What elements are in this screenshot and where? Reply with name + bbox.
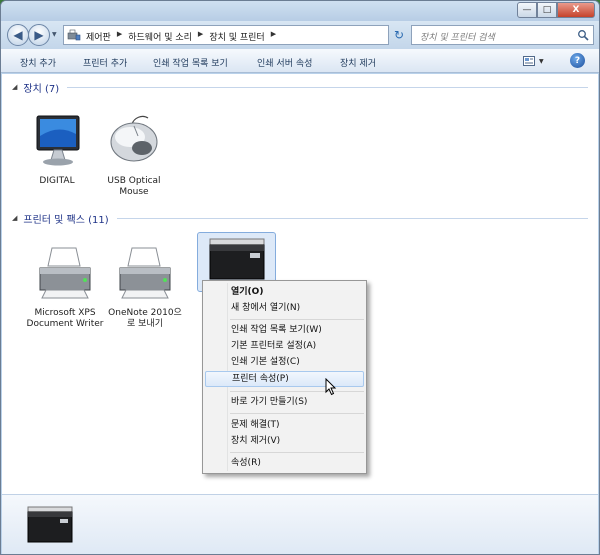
group-divider bbox=[116, 217, 588, 219]
printer-label: Microsoft XPS Document Writer bbox=[26, 308, 104, 329]
devices-printers-icon bbox=[67, 29, 81, 41]
close-button[interactable]: X bbox=[557, 2, 595, 18]
context-menu: 열기(O) 새 창에서 열기(N) 인쇄 작업 목록 보기(W) 기본 프린터로… bbox=[202, 280, 367, 474]
group-title-printers: 프린터 및 팩스 (11) bbox=[23, 214, 109, 226]
group-header-devices[interactable]: ◢ 장치 (7) bbox=[2, 79, 598, 95]
printer-item-xps[interactable]: Microsoft XPS Document Writer bbox=[25, 244, 105, 330]
title-bar: — □ X bbox=[1, 1, 599, 21]
chevron-down-icon[interactable]: ▼ bbox=[539, 58, 544, 65]
menu-item-properties[interactable]: 속성(R) bbox=[205, 455, 364, 471]
search-icon[interactable] bbox=[577, 29, 589, 41]
menu-item-printer-properties[interactable]: 프린터 속성(P) bbox=[205, 371, 364, 387]
collapse-arrow-icon[interactable]: ◢ bbox=[12, 83, 17, 91]
breadcrumb-separator-icon[interactable]: ▶ bbox=[198, 30, 203, 43]
menu-separator bbox=[230, 413, 364, 414]
search-input[interactable]: 장치 및 프린터 검색 bbox=[411, 25, 594, 45]
device-label: USB Optical Mouse bbox=[107, 176, 161, 197]
printer-icon bbox=[39, 247, 91, 299]
recent-pages-dropdown[interactable]: ▼ bbox=[52, 31, 60, 39]
change-view-button[interactable]: ▼ bbox=[523, 54, 549, 68]
navigation-bar: ◀ ▶ ▼ 제어판 ▶ 하드웨어 및 소리 ▶ 장치 및 프린터 ▶ ▼ ↻ 장… bbox=[1, 21, 599, 49]
caption-buttons: — □ X bbox=[517, 2, 595, 18]
breadcrumb-hardware-sound[interactable]: 하드웨어 및 소리 bbox=[128, 30, 192, 43]
menu-item-open[interactable]: 열기(O) bbox=[205, 284, 364, 300]
refresh-icon[interactable]: ↻ bbox=[389, 25, 409, 45]
printer-label: OneNote 2010으로 보내기 bbox=[108, 308, 182, 329]
details-pane bbox=[2, 494, 598, 554]
menu-separator bbox=[230, 452, 364, 453]
mouse-icon bbox=[110, 115, 158, 162]
device-item-mouse[interactable]: USB Optical Mouse bbox=[94, 112, 174, 198]
device-item-monitor[interactable]: DIGITAL bbox=[17, 112, 97, 187]
group-divider bbox=[67, 86, 588, 88]
breadcrumb: 제어판 ▶ 하드웨어 및 소리 ▶ 장치 및 프린터 ▶ bbox=[86, 30, 276, 43]
add-printer-button[interactable]: 프린터 추가 bbox=[83, 56, 127, 69]
menu-item-remove-device[interactable]: 장치 제거(V) bbox=[205, 433, 364, 449]
minimize-button[interactable]: — bbox=[517, 2, 537, 18]
add-device-button[interactable]: 장치 추가 bbox=[20, 56, 56, 69]
address-bar[interactable]: 제어판 ▶ 하드웨어 및 소리 ▶ 장치 및 프린터 ▶ ▼ bbox=[63, 25, 438, 45]
printer-item-onenote[interactable]: OneNote 2010으로 보내기 bbox=[105, 244, 185, 330]
views-icon bbox=[523, 56, 535, 66]
help-button[interactable]: ? bbox=[570, 53, 585, 68]
printer-icon bbox=[119, 247, 171, 299]
command-bar: 장치 추가 프린터 추가 인쇄 작업 목록 보기 인쇄 서버 속성 장치 제거 … bbox=[1, 49, 599, 73]
group-header-printers[interactable]: ◢ 프린터 및 팩스 (11) bbox=[2, 210, 598, 226]
maximize-button[interactable]: □ bbox=[537, 2, 557, 18]
menu-item-set-default[interactable]: 기본 프린터로 설정(A) bbox=[205, 338, 364, 354]
breadcrumb-devices-printers[interactable]: 장치 및 프린터 bbox=[209, 30, 264, 43]
breadcrumb-separator-icon[interactable]: ▶ bbox=[117, 30, 122, 43]
menu-item-printing-preferences[interactable]: 인쇄 기본 설정(C) bbox=[205, 354, 364, 370]
breadcrumb-separator-icon[interactable]: ▶ bbox=[271, 30, 276, 43]
mouse-cursor-icon bbox=[325, 378, 337, 396]
remove-device-button[interactable]: 장치 제거 bbox=[340, 56, 376, 69]
menu-item-troubleshoot[interactable]: 문제 해결(T) bbox=[205, 417, 364, 433]
monitor-icon bbox=[36, 115, 80, 166]
explorer-window: — □ X ◀ ▶ ▼ 제어판 ▶ 하드웨어 및 소리 ▶ 장치 및 프린터 ▶… bbox=[0, 0, 600, 555]
menu-separator bbox=[230, 319, 364, 320]
breadcrumb-control-panel[interactable]: 제어판 bbox=[86, 30, 111, 43]
print-server-properties-button[interactable]: 인쇄 서버 속성 bbox=[257, 56, 312, 69]
search-placeholder: 장치 및 프린터 검색 bbox=[420, 33, 495, 43]
menu-item-see-print-queue[interactable]: 인쇄 작업 목록 보기(W) bbox=[205, 322, 364, 338]
device-label: DIGITAL bbox=[39, 176, 75, 186]
collapse-arrow-icon[interactable]: ◢ bbox=[12, 214, 17, 222]
group-title-devices: 장치 (7) bbox=[23, 83, 60, 95]
menu-item-create-shortcut[interactable]: 바로 가기 만들기(S) bbox=[205, 394, 364, 410]
menu-item-open-new-window[interactable]: 새 창에서 열기(N) bbox=[205, 300, 364, 316]
back-button[interactable]: ◀ bbox=[7, 24, 29, 46]
laser-printer-icon bbox=[27, 506, 73, 543]
menu-separator bbox=[230, 391, 364, 392]
forward-button[interactable]: ▶ bbox=[28, 24, 50, 46]
laser-printer-icon bbox=[209, 238, 264, 280]
see-print-queue-button[interactable]: 인쇄 작업 목록 보기 bbox=[153, 56, 228, 69]
